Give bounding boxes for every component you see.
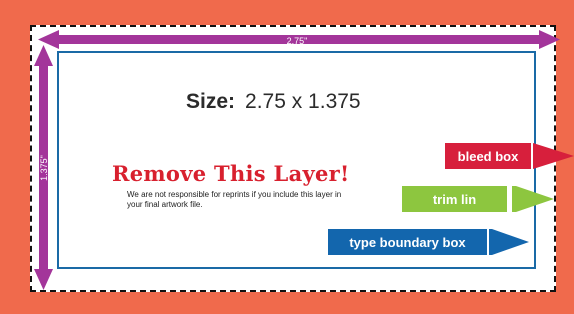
reprint-disclaimer: We are not responsible for reprints if y… — [127, 190, 342, 209]
template-stage: 2.75" 1.375" Size: 2.75 x 1.375 Remove Th… — [0, 0, 574, 314]
width-dimension-label: 2.75" — [287, 36, 308, 46]
height-dimension-label: 1.375" — [39, 155, 49, 181]
trim-pointer-arrow — [512, 186, 554, 212]
bleed-pointer-arrow — [533, 143, 574, 169]
size-label: Size: — [186, 90, 236, 113]
type-pointer-arrow — [489, 229, 529, 255]
bleed-box-tag: bleed box — [445, 143, 531, 169]
size-value: 2.75 x 1.375 — [245, 90, 361, 113]
type-boundary-tag: type boundary box — [328, 229, 487, 255]
size-line: Size: 2.75 x 1.375 — [186, 90, 361, 114]
remove-layer-title: Remove This Layer! — [112, 161, 350, 186]
trim-line-tag: trim lin — [402, 186, 507, 212]
